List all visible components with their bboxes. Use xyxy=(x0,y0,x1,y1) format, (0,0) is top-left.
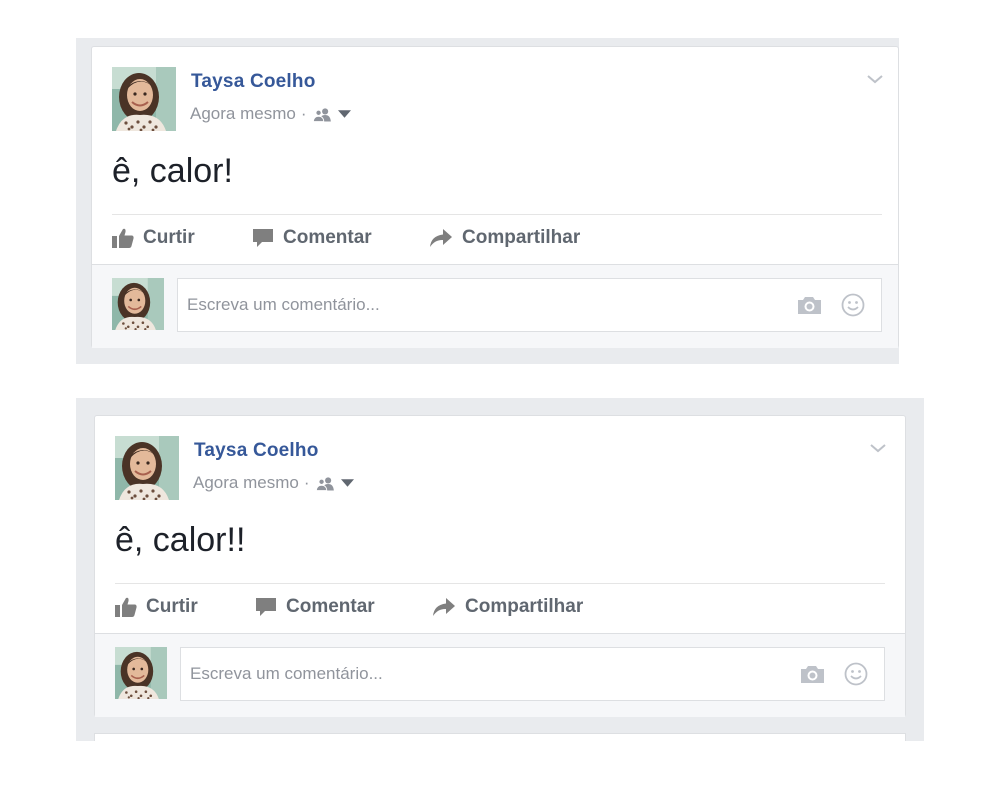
share-label: Compartilhar xyxy=(465,596,584,617)
post-message: ê, calor!! xyxy=(115,521,246,559)
commenter-avatar xyxy=(115,647,167,699)
comment-icon xyxy=(252,228,274,248)
meta-separator: · xyxy=(303,473,310,492)
post-timestamp[interactable]: Agora mesmo xyxy=(193,473,299,493)
author-avatar[interactable] xyxy=(115,436,179,500)
privacy-selector[interactable] xyxy=(315,476,354,491)
post-meta: Agora mesmo · xyxy=(190,104,351,124)
comment-input[interactable] xyxy=(190,648,770,700)
post-actions: Curtir Comentar Compartilhar xyxy=(112,227,580,249)
post-card-1: Taysa Coelho Agora mesmo · ê, calor! Cur… xyxy=(91,46,899,348)
caret-down-icon xyxy=(341,479,354,487)
like-button[interactable]: Curtir xyxy=(115,596,255,618)
share-button[interactable]: Compartilhar xyxy=(432,596,583,618)
comment-input-box[interactable] xyxy=(177,278,882,332)
emoji-icon[interactable] xyxy=(844,662,868,686)
post-divider xyxy=(115,583,885,584)
emoji-icon[interactable] xyxy=(841,293,865,317)
privacy-selector[interactable] xyxy=(312,107,351,122)
share-label: Compartilhar xyxy=(462,227,581,248)
next-post-edge xyxy=(94,733,906,741)
comment-icon xyxy=(255,597,277,617)
author-name-link[interactable]: Taysa Coelho xyxy=(191,71,316,93)
comment-bar xyxy=(95,633,905,717)
commenter-avatar xyxy=(112,278,164,330)
friends-icon xyxy=(315,476,336,491)
comment-button[interactable]: Comentar xyxy=(255,596,432,618)
like-button[interactable]: Curtir xyxy=(112,227,252,249)
comment-button[interactable]: Comentar xyxy=(252,227,429,249)
post-divider xyxy=(112,214,882,215)
thumbs-up-icon xyxy=(115,597,137,617)
meta-separator: · xyxy=(300,104,307,123)
camera-icon[interactable] xyxy=(797,295,822,315)
author-avatar[interactable] xyxy=(112,67,176,131)
friends-icon xyxy=(312,107,333,122)
author-name-link[interactable]: Taysa Coelho xyxy=(194,440,319,462)
like-label: Curtir xyxy=(143,227,195,248)
share-icon xyxy=(429,228,453,248)
comment-label: Comentar xyxy=(283,227,372,248)
caret-down-icon xyxy=(338,110,351,118)
post-message: ê, calor! xyxy=(112,152,233,190)
post-meta: Agora mesmo · xyxy=(193,473,354,493)
thumbs-up-icon xyxy=(112,228,134,248)
comment-bar xyxy=(92,264,898,348)
like-label: Curtir xyxy=(146,596,198,617)
comment-input[interactable] xyxy=(187,279,767,331)
post-timestamp[interactable]: Agora mesmo xyxy=(190,104,296,124)
chevron-down-icon[interactable] xyxy=(869,442,887,454)
chevron-down-icon[interactable] xyxy=(866,73,884,85)
share-icon xyxy=(432,597,456,617)
comment-label: Comentar xyxy=(286,596,375,617)
comment-input-box[interactable] xyxy=(180,647,885,701)
share-button[interactable]: Compartilhar xyxy=(429,227,580,249)
post-actions: Curtir Comentar Compartilhar xyxy=(115,596,583,618)
camera-icon[interactable] xyxy=(800,664,825,684)
post-card-2: Taysa Coelho Agora mesmo · ê, calor!! Cu… xyxy=(94,415,906,717)
